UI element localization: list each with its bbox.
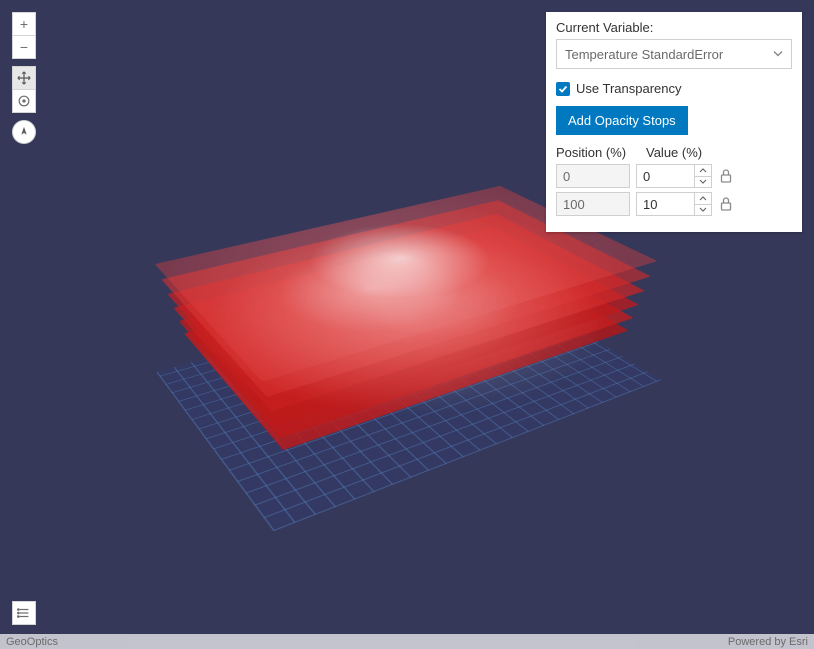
position-input[interactable] <box>556 192 630 216</box>
pan-button[interactable] <box>12 66 36 90</box>
compass-icon <box>17 125 31 139</box>
rotate-button[interactable] <box>12 89 36 113</box>
rotate-icon <box>17 94 31 108</box>
voxel-volume <box>184 251 628 449</box>
zoom-in-button[interactable]: + <box>12 12 36 36</box>
add-opacity-stops-button[interactable]: Add Opacity Stops <box>556 106 688 135</box>
current-variable-label: Current Variable: <box>556 20 792 35</box>
navigation-toolbar: + − <box>12 12 36 144</box>
attribution-left: GeoOptics <box>6 636 58 648</box>
opacity-stop-row <box>556 192 792 216</box>
step-down-icon[interactable] <box>695 177 711 188</box>
value-header: Value (%) <box>646 145 736 160</box>
current-variable-select[interactable]: Temperature StandardError <box>556 39 792 69</box>
voxel-haze <box>202 234 612 414</box>
compass-button[interactable] <box>12 120 36 144</box>
use-transparency-label: Use Transparency <box>576 81 682 96</box>
check-icon <box>558 84 568 94</box>
variable-panel: Current Variable: Temperature StandardEr… <box>546 12 802 232</box>
lock-icon <box>719 196 733 212</box>
chevron-down-icon <box>773 47 783 62</box>
lock-button[interactable] <box>718 196 734 212</box>
value-input[interactable] <box>636 192 694 216</box>
use-transparency-checkbox[interactable] <box>556 82 570 96</box>
plus-icon: + <box>20 16 28 32</box>
voxel-scene <box>197 220 617 480</box>
legend-icon <box>17 606 31 620</box>
attribution-bar: GeoOptics Powered by Esri <box>0 634 814 649</box>
step-down-icon[interactable] <box>695 205 711 216</box>
current-variable-value: Temperature StandardError <box>565 47 723 62</box>
value-stepper[interactable] <box>694 192 712 216</box>
step-up-icon[interactable] <box>695 165 711 177</box>
lock-button[interactable] <box>718 168 734 184</box>
pan-icon <box>17 71 31 85</box>
position-header: Position (%) <box>556 145 646 160</box>
value-stepper[interactable] <box>694 164 712 188</box>
step-up-icon[interactable] <box>695 193 711 205</box>
legend-toggle-button[interactable] <box>12 601 36 625</box>
opacity-stop-row <box>556 164 792 188</box>
value-input[interactable] <box>636 164 694 188</box>
ground-grid <box>157 277 662 531</box>
zoom-out-button[interactable]: − <box>12 35 36 59</box>
scene-viewport[interactable]: + − <box>0 0 814 649</box>
position-input[interactable] <box>556 164 630 188</box>
attribution-right[interactable]: Powered by Esri <box>728 636 808 648</box>
lock-icon <box>719 168 733 184</box>
minus-icon: − <box>20 39 28 55</box>
